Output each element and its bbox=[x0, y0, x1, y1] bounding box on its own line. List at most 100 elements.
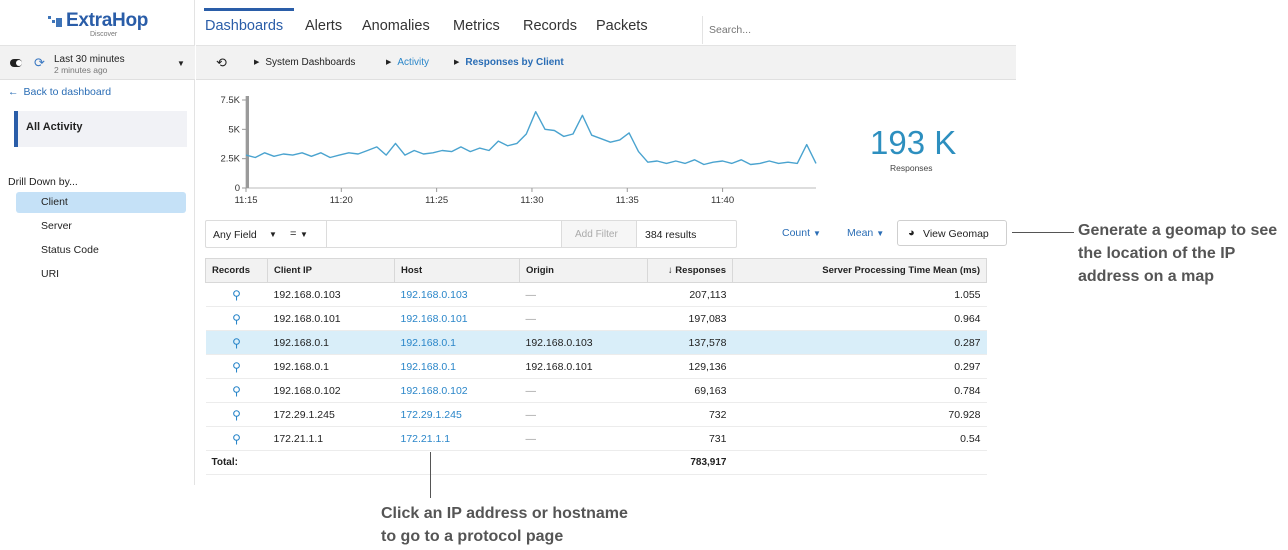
client-ip-cell[interactable]: 192.168.0.102 bbox=[267, 378, 395, 403]
host-link[interactable]: 192.168.0.101 bbox=[394, 306, 520, 331]
results-table: Records Client IP Host Origin ↓ Response… bbox=[205, 258, 987, 485]
host-link[interactable]: 192.168.0.1 bbox=[394, 330, 520, 355]
drill-item-uri[interactable]: URI bbox=[16, 264, 186, 285]
tab-records[interactable]: Records bbox=[523, 18, 577, 34]
breadcrumb-responses-by-client[interactable]: ▶ Responses by Client bbox=[454, 57, 564, 68]
chevron-down-icon: ▼ bbox=[812, 229, 821, 238]
total-responses: 783,917 bbox=[647, 450, 733, 475]
breadcrumb: ⟲ ▶ System Dashboards ▶ Activity ▶ Response… bbox=[196, 46, 1016, 80]
view-geomap-button[interactable]: ◕ View Geomap bbox=[897, 220, 1007, 246]
origin-cell[interactable]: 192.168.0.103 bbox=[519, 330, 648, 355]
active-tab-indicator bbox=[204, 8, 294, 11]
tab-alerts[interactable]: Alerts bbox=[305, 18, 342, 34]
responses-cell: 732 bbox=[647, 402, 733, 427]
responses-cell: 69,163 bbox=[647, 378, 733, 403]
drill-down-heading: Drill Down by... bbox=[8, 176, 78, 188]
extrahop-logo-icon bbox=[48, 16, 62, 28]
column-header-server-processing-time[interactable]: Server Processing Time Mean (ms) bbox=[732, 258, 987, 283]
divider bbox=[326, 221, 327, 247]
x-tick-label: 11:35 bbox=[616, 195, 639, 206]
y-axis: 0 2.5K 5K 7.5K bbox=[220, 95, 247, 194]
field-select[interactable]: Any Field bbox=[213, 229, 257, 241]
origin-cell: — bbox=[519, 402, 648, 427]
ip-link-callout: Click an IP address or hostname to go to… bbox=[381, 505, 628, 545]
table-row: ⚲ 192.168.0.101 192.168.0.101 — 197,083 … bbox=[205, 306, 987, 331]
column-header-origin[interactable]: Origin bbox=[519, 258, 648, 283]
brand-name: ExtraHop bbox=[66, 10, 149, 31]
column-header-client-ip[interactable]: Client IP bbox=[267, 258, 395, 283]
drill-item-client[interactable]: Client bbox=[16, 192, 186, 213]
add-filter-button[interactable]: Add Filter bbox=[561, 221, 637, 247]
search-input[interactable] bbox=[703, 16, 1003, 44]
column-header-records[interactable]: Records bbox=[205, 258, 268, 283]
host-link[interactable]: 192.168.0.103 bbox=[394, 282, 520, 307]
client-ip-cell[interactable]: 192.168.0.1 bbox=[267, 330, 395, 355]
host-link[interactable]: 172.21.1.1 bbox=[394, 426, 520, 451]
tab-metrics[interactable]: Metrics bbox=[453, 18, 500, 34]
arrow-left-icon: ← bbox=[8, 86, 19, 98]
search-icon[interactable]: ⚲ bbox=[205, 378, 268, 403]
drill-item-server[interactable]: Server bbox=[16, 216, 186, 237]
count-dropdown[interactable]: Count ▼ bbox=[782, 227, 821, 239]
search-icon[interactable]: ⚲ bbox=[205, 282, 268, 307]
filter-value-input[interactable] bbox=[328, 223, 558, 245]
search-box bbox=[702, 16, 1016, 44]
mean-dropdown[interactable]: Mean ▼ bbox=[847, 227, 884, 239]
host-link[interactable]: 192.168.0.102 bbox=[394, 378, 520, 403]
spt-cell: 1.055 bbox=[732, 282, 987, 307]
search-icon[interactable]: ⚲ bbox=[205, 402, 268, 427]
sidebar: ExtraHop Discover ⟳ Last 30 minutes 2 mi… bbox=[0, 0, 195, 485]
table-row: ⚲ 192.168.0.1 192.168.0.1 192.168.0.103 … bbox=[205, 330, 987, 355]
drill-item-status-code[interactable]: Status Code bbox=[16, 240, 186, 261]
x-axis: 11:15 11:20 11:25 11:30 11:35 11:40 bbox=[234, 187, 816, 206]
responses-cell: 129,136 bbox=[647, 354, 733, 379]
spt-cell: 0.784 bbox=[732, 378, 987, 403]
extrahop-logo[interactable]: ExtraHop Discover bbox=[0, 0, 195, 46]
client-ip-cell[interactable]: 172.21.1.1 bbox=[267, 426, 395, 451]
callout-pointer-line bbox=[1012, 232, 1074, 233]
host-link[interactable]: 192.168.0.1 bbox=[394, 354, 520, 379]
globe-icon: ◕ bbox=[908, 227, 915, 239]
host-link[interactable]: 172.29.1.245 bbox=[394, 402, 520, 427]
filter-bar: Any Field ▼ = ▼ Add Filter 384 results bbox=[205, 220, 737, 248]
search-icon[interactable]: ⚲ bbox=[205, 426, 268, 451]
search-icon[interactable]: ⚲ bbox=[205, 306, 268, 331]
chevron-down-icon[interactable]: ▼ bbox=[177, 59, 185, 68]
search-icon[interactable]: ⚲ bbox=[205, 354, 268, 379]
client-ip-cell[interactable]: 192.168.0.103 bbox=[267, 282, 395, 307]
table-total-row: Total: 783,917 bbox=[205, 450, 987, 475]
breadcrumb-system-dashboards[interactable]: ▶ System Dashboards bbox=[254, 57, 355, 68]
search-icon[interactable]: ⚲ bbox=[205, 330, 268, 355]
series-line bbox=[245, 111, 817, 166]
time-selector[interactable]: ⟳ Last 30 minutes 2 minutes ago ▼ bbox=[0, 46, 195, 80]
tab-anomalies[interactable]: Anomalies bbox=[362, 18, 430, 34]
chevron-down-icon[interactable]: ▼ bbox=[269, 230, 277, 239]
client-ip-cell[interactable]: 192.168.0.1 bbox=[267, 354, 395, 379]
column-header-responses[interactable]: ↓ Responses bbox=[647, 258, 733, 283]
origin-cell[interactable]: 192.168.0.101 bbox=[519, 354, 648, 379]
client-ip-cell[interactable]: 172.29.1.245 bbox=[267, 402, 395, 427]
back-to-dashboard-link[interactable]: ← Back to dashboard bbox=[8, 86, 111, 98]
chevron-down-icon[interactable]: ▼ bbox=[300, 230, 308, 239]
tab-dashboards[interactable]: Dashboards bbox=[205, 18, 283, 34]
table-row: ⚲ 172.29.1.245 172.29.1.245 — 732 70.928 bbox=[205, 402, 987, 427]
x-tick-label: 11:15 bbox=[234, 195, 257, 206]
toggle-icon[interactable] bbox=[10, 59, 22, 67]
callout-pointer-line bbox=[430, 452, 431, 498]
breadcrumb-activity[interactable]: ▶ Activity bbox=[386, 57, 429, 68]
x-tick-label: 11:25 bbox=[425, 195, 448, 206]
results-count: 384 results bbox=[645, 229, 697, 241]
spt-cell: 0.964 bbox=[732, 306, 987, 331]
all-activity-item[interactable]: All Activity bbox=[14, 111, 187, 147]
origin-cell: — bbox=[519, 306, 648, 331]
history-icon[interactable]: ⟲ bbox=[216, 55, 227, 71]
column-header-host[interactable]: Host bbox=[394, 258, 520, 283]
operator-select[interactable]: = bbox=[290, 228, 296, 240]
time-selection-marker bbox=[246, 96, 249, 188]
table-row: ⚲ 192.168.0.103 192.168.0.103 — 207,113 … bbox=[205, 282, 987, 307]
client-ip-cell[interactable]: 192.168.0.101 bbox=[267, 306, 395, 331]
refresh-icon[interactable]: ⟳ bbox=[34, 55, 45, 71]
tab-packets[interactable]: Packets bbox=[596, 18, 648, 34]
origin-cell: — bbox=[519, 426, 648, 451]
responses-total-value: 193 K bbox=[870, 124, 957, 161]
